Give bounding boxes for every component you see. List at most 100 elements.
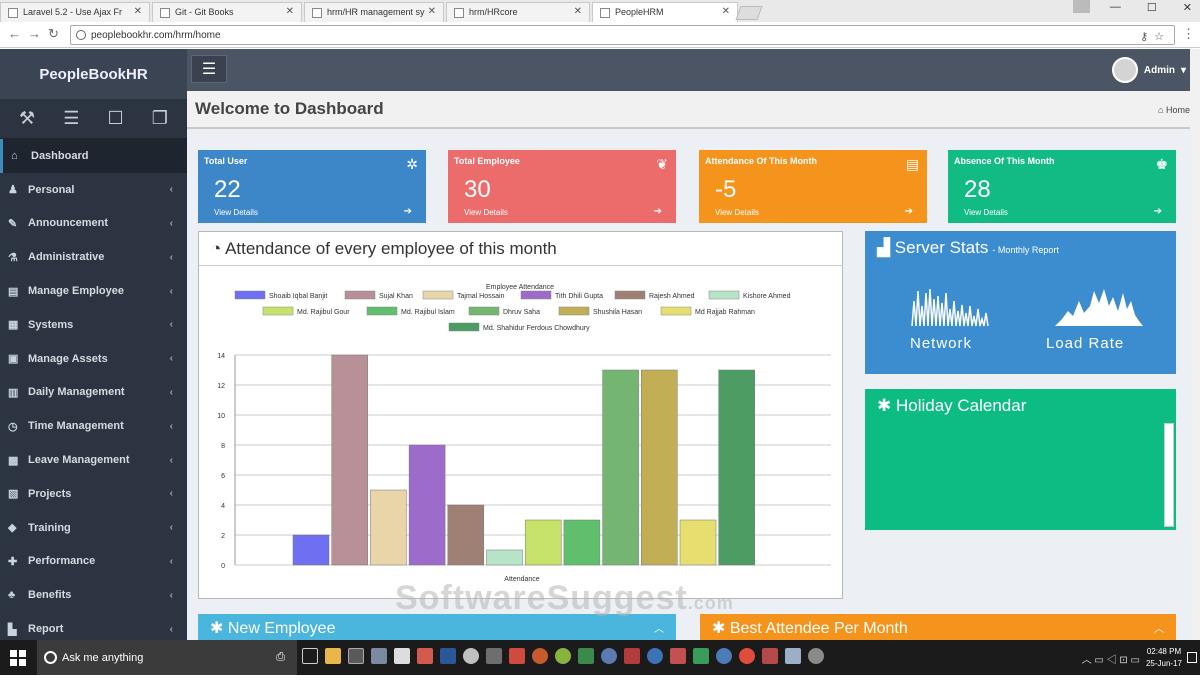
holiday-scrollbar[interactable] [1164, 423, 1174, 527]
browser-tab[interactable]: Laravel 5.2 - Use Ajax Fr ✕ [0, 2, 150, 22]
app-icon-10[interactable] [509, 648, 525, 664]
app-icon-15[interactable] [624, 648, 640, 664]
browser-profile-icon[interactable] [1073, 0, 1090, 13]
calendar-icon: ▥ [8, 386, 19, 399]
app-icon-16[interactable] [647, 648, 663, 664]
list-icon[interactable]: ☰ [56, 108, 86, 129]
windows-icon[interactable]: ❐ [145, 108, 175, 129]
sidebar-item-projects[interactable]: ▧ Projects ‹ [0, 477, 187, 511]
view-details-link[interactable]: View Details [464, 208, 508, 217]
browser-tab[interactable]: hrm/HRcore ✕ [446, 2, 590, 22]
minimize-button[interactable]: — [1110, 1, 1121, 14]
cortana-search[interactable]: Ask me anything ⎙ [37, 640, 297, 675]
arrow-circle-right-icon[interactable]: ➔ [905, 206, 913, 217]
back-icon[interactable]: ← [8, 26, 21, 41]
key-icon[interactable]: ⚷ [1140, 30, 1148, 43]
close-tab-icon[interactable]: ✕ [428, 6, 436, 17]
word-icon[interactable] [440, 648, 456, 664]
app-icon-23[interactable] [808, 648, 824, 664]
brand-logo[interactable]: PeopleBookHR [0, 49, 187, 99]
sidebar-item-announcement[interactable]: ✎ Announcement ‹ [0, 207, 187, 241]
hammer-icon[interactable]: ⚒ [12, 108, 42, 129]
browser-menu-icon[interactable]: ⋮ [1182, 26, 1195, 42]
legend-label: Dhruv Saha [503, 309, 540, 316]
square-icon[interactable]: ☐ [101, 108, 131, 129]
app-icon-11[interactable] [532, 648, 548, 664]
collapse-chevron-icon[interactable]: ︿ [1154, 620, 1164, 635]
page-scrollbar[interactable] [1190, 49, 1200, 640]
reload-icon[interactable]: ↻ [48, 26, 59, 42]
chrome-icon[interactable] [739, 648, 755, 664]
chart-icon: ◔ [211, 239, 226, 258]
app-icon-9[interactable] [486, 648, 502, 664]
sidebar-item-performance[interactable]: ✚ Performance ‹ [0, 545, 187, 579]
url-field[interactable]: peoplebookhr.com/hrm/home ⚷ ☆ [70, 25, 1175, 45]
view-details-link[interactable]: View Details [715, 208, 759, 217]
close-window-button[interactable]: ✕ [1183, 1, 1192, 14]
task-view-icon[interactable] [302, 648, 318, 664]
app-icon-21[interactable] [762, 648, 778, 664]
file-explorer-icon[interactable] [325, 648, 341, 664]
store-icon[interactable] [348, 648, 364, 664]
close-tab-icon[interactable]: ✕ [574, 6, 582, 17]
sidebar-item-label: Report [28, 623, 64, 636]
sidebar-item-manage-assets[interactable]: ▣ Manage Assets ‹ [0, 342, 187, 376]
sidebar-item-leave-management[interactable]: ▩ Leave Management ‹ [0, 443, 187, 477]
sidebar-item-benefits[interactable]: ♣ Benefits ‹ [0, 578, 187, 612]
sidebar-item-daily-management[interactable]: ▥ Daily Management ‹ [0, 376, 187, 410]
bar [563, 519, 601, 566]
view-details-link[interactable]: View Details [964, 208, 1008, 217]
sidebar-item-personal[interactable]: ♟ Personal ‹ [0, 173, 187, 207]
browser-tab[interactable]: hrm/HR management sy ✕ [304, 2, 444, 22]
attendance-panel-header: ◔ Attendance of every employee of this m… [199, 232, 842, 266]
app-icon-6[interactable] [417, 648, 433, 664]
sidebar-item-dashboard[interactable]: ⌂ Dashboard [0, 139, 187, 173]
hamburger-icon: ☰ [201, 61, 217, 78]
browser-tab[interactable]: Git - Git Books ✕ [152, 2, 302, 22]
arrow-circle-right-icon[interactable]: ➔ [654, 206, 662, 217]
maximize-button[interactable]: ☐ [1147, 1, 1157, 14]
view-details-link[interactable]: View Details [214, 208, 258, 217]
app-icon-12[interactable] [555, 648, 571, 664]
taskbar-clock[interactable]: 02:48 PM 25-Jun-17 [1146, 646, 1182, 670]
collapse-chevron-icon[interactable]: ︿ [654, 620, 664, 635]
clock-icon: ◷ [8, 420, 18, 433]
app-icon-14[interactable] [601, 648, 617, 664]
browser-tab[interactable]: PeopleHRM ✕ [592, 2, 738, 22]
notifications-icon[interactable] [1187, 652, 1197, 663]
app-icon-18[interactable] [693, 648, 709, 664]
info-icon[interactable] [76, 30, 86, 40]
new-tab-button[interactable] [735, 6, 763, 20]
sidebar-item-time-management[interactable]: ◷ Time Management ‹ [0, 409, 187, 443]
close-tab-icon[interactable]: ✕ [134, 6, 142, 17]
legend-label: Tith Dhili Gupta [555, 293, 603, 300]
microphone-icon[interactable]: ⎙ [276, 651, 285, 664]
arrow-circle-right-icon[interactable]: ➔ [1154, 206, 1162, 217]
sidebar-item-administrative[interactable]: ⚗ Administrative ‹ [0, 240, 187, 274]
close-tab-icon[interactable]: ✕ [722, 6, 730, 17]
stat-card-value: 28 [964, 176, 991, 203]
sidebar-item-manage-employee[interactable]: ▤ Manage Employee ‹ [0, 274, 187, 308]
app-icon-5[interactable] [394, 648, 410, 664]
close-tab-icon[interactable]: ✕ [286, 6, 294, 17]
system-tray-icons[interactable]: ︿ ▭ ◁ ⊡ ▭ [1082, 651, 1140, 666]
bookmark-star-icon[interactable]: ☆ [1154, 30, 1164, 43]
sidebar-item-label: Leave Management [28, 454, 130, 467]
app-icon-19[interactable] [716, 648, 732, 664]
sidebar-item-label: Manage Employee [28, 285, 124, 298]
app-icon-22[interactable] [785, 648, 801, 664]
windows-start-icon[interactable] [10, 650, 26, 666]
chevron-left-icon: ‹ [169, 589, 173, 601]
app-icon-8[interactable] [463, 648, 479, 664]
app-icon-13[interactable] [578, 648, 594, 664]
sidebar-item-systems[interactable]: ▦ Systems ‹ [0, 308, 187, 342]
user-menu[interactable]: Admin ▾ [1111, 57, 1186, 83]
sidebar-item-training[interactable]: ◆ Training ‹ [0, 511, 187, 545]
sidebar-toggle-button[interactable]: ☰ [191, 55, 227, 83]
app-icon-17[interactable] [670, 648, 686, 664]
app-icon-4[interactable] [371, 648, 387, 664]
breadcrumb[interactable]: ⌂ Home [1158, 105, 1190, 115]
forward-icon[interactable]: → [28, 26, 41, 41]
arrow-circle-right-icon[interactable]: ➔ [404, 206, 412, 217]
users-icon: ✲ [406, 156, 418, 172]
